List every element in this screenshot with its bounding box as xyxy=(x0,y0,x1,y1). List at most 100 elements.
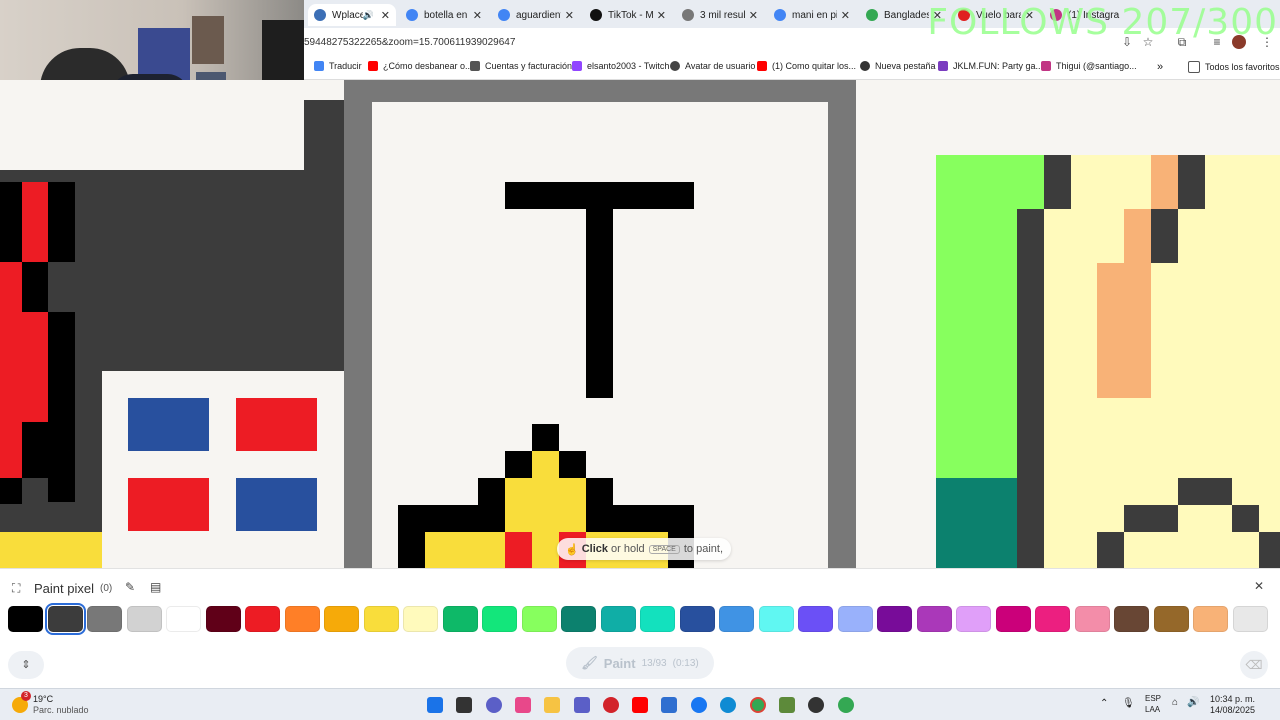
pixel-canvas[interactable] xyxy=(0,80,1280,568)
bookmark-quitar[interactable]: (1) Como quitar los... xyxy=(757,61,856,71)
color-swatch[interactable] xyxy=(87,606,122,632)
tab-mani[interactable]: mani en pix ✕ xyxy=(768,4,856,26)
hint-to: to paint, xyxy=(683,543,723,555)
color-swatch[interactable] xyxy=(837,606,873,632)
color-swatch[interactable] xyxy=(324,606,359,632)
network-icon[interactable]: ⌂ xyxy=(1172,697,1178,708)
pixel-region xyxy=(0,532,102,568)
paint-charges: 13/93 xyxy=(641,657,667,669)
color-swatch[interactable] xyxy=(442,606,478,632)
color-swatch[interactable] xyxy=(126,606,162,632)
windows-start-icon[interactable] xyxy=(427,697,443,713)
facebook-icon[interactable] xyxy=(691,697,707,713)
pixel-region xyxy=(1151,155,1178,209)
maps-pin-icon xyxy=(866,9,878,21)
bookmark-nueva-pestana[interactable]: Nueva pestaña xyxy=(860,61,936,71)
opera-icon[interactable] xyxy=(603,697,619,713)
color-swatch[interactable] xyxy=(166,606,201,632)
bookmark-instagram[interactable]: Thigui (@santiago... xyxy=(1041,61,1137,71)
chat-icon[interactable] xyxy=(486,697,502,713)
bookmark-cuentas[interactable]: Cuentas y facturación xyxy=(470,61,572,71)
color-swatch[interactable] xyxy=(877,606,912,632)
tab-label: Wplace xyxy=(332,9,363,21)
color-swatch[interactable] xyxy=(719,606,754,632)
close-icon[interactable]: ✕ xyxy=(749,9,758,22)
color-swatch[interactable] xyxy=(798,606,833,632)
color-swatch[interactable] xyxy=(995,606,1031,632)
color-swatch[interactable] xyxy=(1035,606,1070,632)
color-swatch[interactable] xyxy=(758,606,794,632)
language-code[interactable]: ESP xyxy=(1145,694,1161,703)
tab-resultados[interactable]: 3 mil resulta ✕ xyxy=(676,4,764,26)
hint-key: SPACE xyxy=(648,544,680,554)
collapse-chevron-icon[interactable]: ⇕ xyxy=(8,651,44,679)
bookmark-jklm[interactable]: JKLM.FUN: Party ga... xyxy=(938,61,1043,71)
pixel-region xyxy=(48,312,75,502)
task-view-icon[interactable] xyxy=(456,697,472,713)
paint-button[interactable]: 🖌 Paint 13/93 (0:13) xyxy=(566,647,714,679)
color-swatch[interactable] xyxy=(482,606,517,632)
bookmarks-overflow-chevron-icon[interactable]: » xyxy=(1157,61,1163,73)
color-swatch[interactable] xyxy=(561,606,596,632)
color-swatch[interactable] xyxy=(403,606,438,632)
bookmark-traducir[interactable]: Traducir xyxy=(314,61,362,71)
color-swatch[interactable] xyxy=(679,606,715,632)
pencil-icon[interactable]: ✎ xyxy=(125,580,135,594)
color-swatch[interactable] xyxy=(1074,606,1110,632)
color-swatch[interactable] xyxy=(205,606,241,632)
copilot-icon[interactable] xyxy=(515,697,531,713)
chrome-profile-icon[interactable] xyxy=(838,697,854,713)
color-swatch[interactable] xyxy=(284,606,320,632)
teams-icon[interactable] xyxy=(574,697,590,713)
color-swatch[interactable] xyxy=(1232,606,1268,632)
close-icon[interactable]: ✕ xyxy=(565,9,574,22)
youtube-icon[interactable] xyxy=(632,697,648,713)
bookmark-twitch[interactable]: elsanto2003 - Twitch xyxy=(572,61,669,71)
close-icon[interactable]: ✕ xyxy=(473,9,482,22)
expand-icon[interactable]: ⛶ xyxy=(12,581,20,596)
speaker-icon[interactable]: 🔊 xyxy=(363,10,374,21)
color-swatch[interactable] xyxy=(956,606,991,632)
clock-time[interactable]: 10:34 p. m. xyxy=(1210,694,1255,704)
color-swatch[interactable] xyxy=(916,606,952,632)
close-icon[interactable]: ✕ xyxy=(1254,579,1264,593)
tab-wplace[interactable]: Wplace 🔊 ✕ xyxy=(308,4,396,26)
color-swatch[interactable] xyxy=(8,606,43,632)
color-swatch[interactable] xyxy=(44,603,86,635)
tab-tiktok[interactable]: TikTok - Mal ✕ xyxy=(584,4,672,26)
close-icon[interactable]: ✕ xyxy=(381,9,390,22)
color-swatch[interactable] xyxy=(521,606,557,632)
color-swatch[interactable] xyxy=(363,606,399,632)
volume-icon[interactable]: 🔊 xyxy=(1187,697,1199,708)
follows-overlay: FOLLOWS 207/300 xyxy=(927,2,1278,43)
bookmark-desbanear[interactable]: ¿Cómo desbanear o... xyxy=(368,61,473,71)
clock-date[interactable]: 14/08/2025 xyxy=(1210,705,1255,715)
chevron-up-icon[interactable]: ⌃ xyxy=(1100,698,1108,709)
color-swatch[interactable] xyxy=(1153,606,1189,632)
store-icon[interactable] xyxy=(661,697,677,713)
tab-aguardiente[interactable]: aguardiente ✕ xyxy=(492,4,580,26)
tab-botella[interactable]: botella en d ✕ xyxy=(400,4,488,26)
obs-icon[interactable] xyxy=(808,697,824,713)
url-text[interactable]: 59448275322265&zoom=15.700611939029647 xyxy=(304,37,515,48)
close-icon[interactable]: ✕ xyxy=(841,9,850,22)
close-icon[interactable]: ✕ xyxy=(657,9,666,22)
microphone-icon[interactable]: 🎙 xyxy=(1122,698,1135,709)
color-swatch[interactable] xyxy=(600,606,636,632)
pixel-region xyxy=(22,182,48,262)
bookmark-avatar[interactable]: Avatar de usuario xyxy=(670,61,755,71)
edge-icon[interactable] xyxy=(720,697,736,713)
color-swatch[interactable] xyxy=(1114,606,1149,632)
color-swatch[interactable] xyxy=(245,606,280,632)
globe-icon xyxy=(670,61,680,71)
chrome-icon[interactable] xyxy=(750,697,766,713)
color-swatch[interactable] xyxy=(640,606,675,632)
all-favorites[interactable]: Todos los favoritos xyxy=(1188,61,1280,73)
eraser-icon[interactable]: ⌫ xyxy=(1240,651,1268,679)
bookmark-label: elsanto2003 - Twitch xyxy=(587,61,670,71)
keyboard-layout[interactable]: LAA xyxy=(1145,705,1160,714)
file-explorer-icon[interactable] xyxy=(544,697,560,713)
color-swatch[interactable] xyxy=(1193,606,1228,632)
palette-layout-icon[interactable]: ▤ xyxy=(150,580,161,594)
minecraft-icon[interactable] xyxy=(779,697,795,713)
